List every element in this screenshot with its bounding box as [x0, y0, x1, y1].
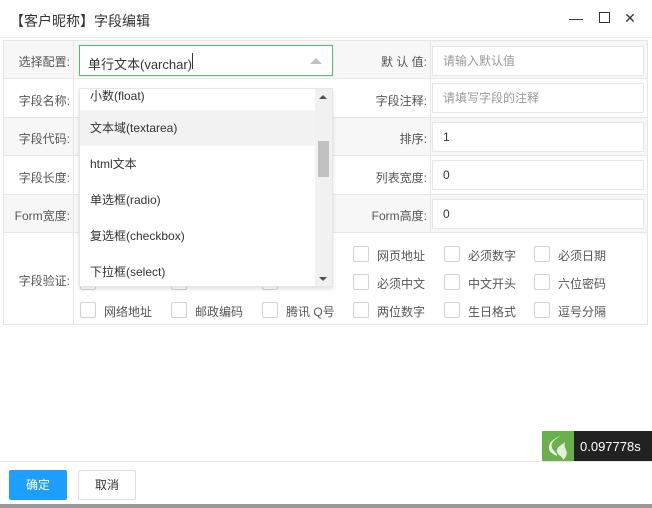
- checkbox-must-chinese[interactable]: 必须中文: [353, 272, 443, 292]
- checkbox-label: 网络地址: [104, 305, 153, 319]
- checkbox-label: 中文开头: [468, 277, 517, 291]
- checkbox-label: 六位密码: [558, 277, 607, 291]
- checkbox-web-address[interactable]: 网页地址: [353, 244, 443, 264]
- dropdown-option[interactable]: 文本域(textarea): [80, 110, 317, 146]
- checkbox[interactable]: [444, 274, 460, 290]
- confirm-button[interactable]: 确定: [9, 470, 67, 500]
- select-label: 选择配置:: [18, 55, 70, 69]
- order-label: 排序:: [399, 132, 427, 146]
- timer-value: 0.097778s: [574, 431, 652, 462]
- checkbox-comma-separated[interactable]: 逗号分隔: [534, 300, 624, 320]
- checkbox-label: 腾讯 Q号: [286, 305, 335, 319]
- checkbox-label: 两位数字: [377, 305, 426, 319]
- flame-logo-icon: [542, 431, 574, 462]
- checkbox-qq[interactable]: 腾讯 Q号: [262, 300, 352, 320]
- list-width-input[interactable]: 0: [432, 160, 644, 190]
- maximize-icon[interactable]: [596, 10, 612, 26]
- field-type-dropdown: 小数(float) 文本域(textarea) html文本 单选框(radio…: [79, 88, 333, 287]
- field-type-select[interactable]: 单行文本(varchar): [79, 45, 333, 76]
- form-height-label: Form高度:: [371, 209, 427, 223]
- scroll-down-icon[interactable]: [319, 277, 327, 281]
- comment-label: 字段注释:: [375, 94, 427, 108]
- cancel-button[interactable]: 取消: [78, 470, 136, 500]
- checkbox[interactable]: [353, 274, 369, 290]
- checkbox[interactable]: [534, 274, 550, 290]
- order-input[interactable]: 1: [432, 122, 644, 152]
- checkbox-url[interactable]: 网络地址: [80, 300, 170, 320]
- checkbox[interactable]: [534, 302, 550, 318]
- length-label: 字段长度:: [18, 171, 70, 185]
- validate-label: 字段验证:: [18, 274, 70, 288]
- comment-input[interactable]: 请填写字段的注释: [432, 83, 644, 113]
- footer: 确定 取消: [0, 461, 652, 504]
- checkbox-postcode[interactable]: 邮政编码: [171, 300, 261, 320]
- checkbox-label: 必须中文: [377, 277, 426, 291]
- default-input[interactable]: 请输入默认值: [432, 46, 644, 76]
- text-cursor: [192, 53, 193, 69]
- code-label: 字段代码:: [18, 132, 70, 146]
- checkbox[interactable]: [262, 302, 278, 318]
- checkbox-label: 逗号分隔: [558, 305, 607, 319]
- checkbox[interactable]: [534, 246, 550, 262]
- checkbox-birthday[interactable]: 生日格式: [444, 300, 534, 320]
- checkbox-two-digit[interactable]: 两位数字: [353, 300, 443, 320]
- checkbox-label: 必须数字: [468, 249, 517, 263]
- checkbox-must-date[interactable]: 必须日期: [534, 244, 624, 264]
- dropdown-option[interactable]: html文本: [80, 146, 317, 182]
- checkbox-must-number[interactable]: 必须数字: [444, 244, 534, 264]
- checkbox-chinese-start[interactable]: 中文开头: [444, 272, 534, 292]
- checkbox-six-digit-password[interactable]: 六位密码: [534, 272, 624, 292]
- form-width-label: Form宽度:: [14, 209, 70, 223]
- dropdown-option[interactable]: 下拉框(select): [80, 254, 317, 286]
- checkbox[interactable]: [353, 246, 369, 262]
- checkbox-label: 网页地址: [377, 249, 426, 263]
- select-value: 单行文本(varchar): [88, 57, 193, 72]
- default-label: 默 认 值:: [380, 55, 427, 69]
- scrollbar-thumb[interactable]: [318, 141, 329, 177]
- checkbox-label: 生日格式: [468, 305, 517, 319]
- checkbox[interactable]: [444, 246, 460, 262]
- checkbox-label: 邮政编码: [195, 305, 244, 319]
- checkbox[interactable]: [171, 302, 187, 318]
- checkbox[interactable]: [353, 302, 369, 318]
- dropdown-option[interactable]: 复选框(checkbox): [80, 218, 317, 254]
- window-title: 【客户昵称】字段编辑: [10, 13, 150, 29]
- checkbox-label: 必须日期: [558, 249, 607, 263]
- timer-badge: 0.097778s: [542, 431, 652, 462]
- scroll-up-icon[interactable]: [319, 95, 327, 99]
- caret-up-icon: [310, 58, 322, 64]
- title-bar: 【客户昵称】字段编辑 — ✕: [0, 0, 652, 38]
- dropdown-option[interactable]: 单选框(radio): [80, 182, 317, 218]
- form-height-input[interactable]: 0: [432, 199, 644, 229]
- checkbox[interactable]: [80, 302, 96, 318]
- close-icon[interactable]: ✕: [622, 10, 638, 26]
- name-label: 字段名称:: [18, 94, 70, 108]
- bottom-edge: [0, 504, 652, 508]
- minimize-icon[interactable]: —: [568, 10, 584, 26]
- checkbox[interactable]: [444, 302, 460, 318]
- dropdown-scrollbar[interactable]: [315, 89, 332, 286]
- list-width-label: 列表宽度:: [375, 171, 427, 185]
